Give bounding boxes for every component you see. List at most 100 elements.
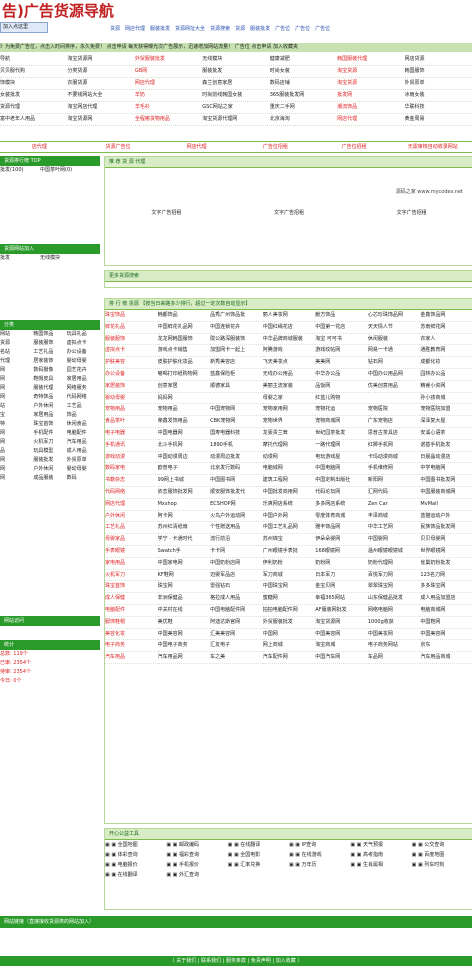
rank-link[interactable]: 成都化妆 bbox=[420, 357, 472, 369]
left-cat-link[interactable]: 网 bbox=[0, 429, 33, 438]
left-cat-link[interactable]: 玩具模型 bbox=[33, 447, 66, 456]
rank-link[interactable]: 苏南鲜花网 bbox=[420, 322, 472, 334]
rank-link[interactable]: 思普古茶具店 bbox=[367, 428, 421, 440]
rank-link[interactable]: 电脑城网 bbox=[262, 463, 316, 476]
rank-link[interactable]: 韩都饰品 bbox=[157, 310, 211, 322]
rank-category[interactable]: 虚拟点卡 bbox=[105, 345, 158, 358]
rank-link[interactable]: 阿腾游戏 bbox=[262, 345, 316, 358]
left-cat-link[interactable]: 火机军刀 bbox=[33, 438, 66, 447]
rank-link[interactable]: 火鸟户外运动网 bbox=[210, 511, 263, 523]
rank-link[interactable]: 新秀美容店 bbox=[210, 357, 263, 369]
tool-link[interactable]: ▣ ▣ 全国电影 bbox=[228, 850, 289, 860]
top-grid-link[interactable]: 富中老年人用品 bbox=[0, 114, 67, 125]
rank-link[interactable]: 孙小孩商城 bbox=[420, 393, 472, 405]
rank-link[interactable]: 顺安服饰批发代 bbox=[210, 487, 263, 499]
left-cat-link[interactable]: 园艺花卉 bbox=[67, 366, 100, 375]
rank-link[interactable]: 皮肤护肤化妆品 bbox=[157, 357, 211, 369]
left-cat-link[interactable]: 网 bbox=[0, 366, 33, 375]
rank-link[interactable]: 无线办公用品 bbox=[262, 369, 316, 381]
rank-link[interactable]: 金鑫饰品网 bbox=[420, 310, 472, 322]
rank-link[interactable]: 99网上书城 bbox=[157, 475, 211, 487]
top-grid-link[interactable]: 外贸服装批发 bbox=[135, 54, 202, 65]
top-grid-link[interactable]: 森兰创意家居 bbox=[202, 78, 269, 89]
left-cat-link[interactable]: 网 bbox=[0, 375, 33, 384]
rank-link[interactable]: 中国批发商用网 bbox=[262, 487, 316, 499]
rank-link[interactable]: 动漫周边批发 bbox=[210, 452, 263, 464]
rank-link[interactable]: 中国定制出版社 bbox=[315, 475, 368, 487]
left-cat-link[interactable]: 网站 bbox=[0, 330, 33, 339]
top-grid-link[interactable]: 贝贝服代购 bbox=[0, 66, 67, 77]
rank-link[interactable]: 陇公路深服装饰 bbox=[210, 334, 263, 346]
left-cat-link[interactable]: 数码 bbox=[67, 474, 100, 483]
rank-link[interactable]: 宠物托运 bbox=[315, 404, 368, 417]
rank-category[interactable]: 服饰鞋帽 bbox=[105, 617, 158, 629]
left-cat-link[interactable]: 休闲食品 bbox=[67, 420, 100, 429]
tool-link[interactable]: ▣ ▣ 手机报价 bbox=[166, 860, 227, 870]
rank-link[interactable]: 手机维修网 bbox=[367, 463, 421, 476]
rank-link[interactable]: 中国家电网 bbox=[157, 558, 211, 570]
left-cat-link[interactable]: 鞋帽皮具 bbox=[33, 375, 66, 384]
rank-link[interactable]: 中国奶粉店网 bbox=[210, 558, 263, 570]
top-grid-link[interactable]: 分类货源 bbox=[67, 66, 134, 77]
rank-link[interactable]: 中国汽车网 bbox=[315, 652, 368, 664]
rank-category[interactable]: 家电用品 bbox=[105, 558, 158, 570]
left-cat-link[interactable]: 网 bbox=[0, 438, 33, 447]
rank-link[interactable]: 中国户外网 bbox=[262, 511, 316, 523]
rank-category[interactable]: 成人保健 bbox=[105, 593, 158, 605]
rank-link[interactable]: 宠物用品 bbox=[157, 404, 211, 417]
rank-link[interactable]: 中国办公用品网 bbox=[367, 369, 421, 381]
rank-link[interactable] bbox=[367, 393, 421, 405]
top-grid-link[interactable]: 网店代理 bbox=[337, 114, 404, 125]
rank-link[interactable]: 龙龙网韩国服饰 bbox=[157, 334, 211, 346]
rank-category[interactable]: 汽车用品 bbox=[105, 652, 158, 664]
rank-link[interactable]: 汇美美容网 bbox=[210, 629, 263, 641]
rank-link[interactable]: 多多珠宝网 bbox=[420, 581, 472, 594]
rank-link[interactable]: 宠物医院 bbox=[367, 404, 421, 417]
rank-link[interactable]: 流行前沿 bbox=[210, 534, 263, 546]
rank-link[interactable]: 蜜糖网 bbox=[262, 593, 316, 605]
left-cat-link[interactable]: 名站 bbox=[0, 348, 33, 357]
top-grid-link[interactable]: 时尚女装 bbox=[270, 66, 337, 77]
tool-link[interactable]: ▣ ▣ 电脑报价 bbox=[105, 860, 166, 870]
rank-link[interactable]: 北斗手机网 bbox=[157, 440, 211, 452]
rank-category[interactable]: 电子电器 bbox=[105, 428, 158, 440]
rank-link[interactable]: 中国美容网 bbox=[420, 629, 472, 641]
rank-link[interactable]: 欧普电子 bbox=[157, 463, 211, 476]
top-nav-link[interactable]: 货源 bbox=[110, 26, 120, 32]
top-grid-link[interactable]: 时尚前线韩国女装 bbox=[202, 90, 269, 101]
left-link[interactable]: 批发 bbox=[0, 254, 40, 263]
rank-link[interactable]: 红蓝儿购物 bbox=[315, 393, 368, 405]
top-grid-link[interactable]: 服装批发 bbox=[202, 66, 269, 77]
rank-link[interactable]: 世纪园茶批发 bbox=[315, 428, 368, 440]
rank-link[interactable]: 丰泽商城 bbox=[367, 511, 421, 523]
tool-link[interactable]: ▣ ▣ 在线游戏 bbox=[289, 850, 350, 860]
left-cat-link[interactable]: 品 bbox=[0, 447, 33, 456]
tool-link[interactable]: ▣ ▣ 全国地图 bbox=[105, 840, 166, 850]
rank-link[interactable]: 中学电脑网 bbox=[420, 463, 472, 476]
rank-link[interactable]: 中国网 bbox=[262, 629, 316, 641]
rank-link[interactable]: 美优鞋 bbox=[157, 617, 211, 629]
top-grid-link[interactable]: GSC网站之家 bbox=[202, 102, 269, 113]
rank-link[interactable]: 广东宠物店 bbox=[367, 416, 421, 428]
rank-link[interactable] bbox=[210, 393, 263, 405]
tool-link[interactable] bbox=[350, 870, 411, 880]
top-grid-link[interactable]: 淘宝网店代理 bbox=[67, 102, 134, 113]
rank-link[interactable]: 格拉成人用品 bbox=[210, 593, 263, 605]
rank-category[interactable]: 家居装饰 bbox=[105, 381, 158, 393]
rank-category[interactable]: 工艺礼品 bbox=[105, 522, 158, 535]
left-cat-link[interactable]: 工艺礼品 bbox=[33, 348, 66, 357]
rank-category[interactable]: 珠宝饰品 bbox=[105, 310, 158, 322]
rank-link[interactable]: 嘟喝打印纸购物网 bbox=[157, 369, 211, 381]
left-cat-link[interactable]: 玩具礼品 bbox=[67, 330, 100, 339]
rank-link[interactable]: 伊利奶粉 bbox=[262, 558, 316, 570]
rank-category[interactable]: 护肤美容 bbox=[105, 357, 158, 369]
rank-link[interactable]: 外贸服装批发 bbox=[262, 617, 316, 629]
top-grid-link[interactable]: 女装批发 bbox=[0, 90, 67, 101]
rank-link[interactable]: 乐爽网店系统 bbox=[262, 499, 316, 511]
tool-link[interactable]: ▣ ▣ 外汇查询 bbox=[166, 870, 227, 880]
top-grid-link[interactable]: 货源代理 bbox=[0, 102, 67, 113]
rank-link[interactable]: KF鞋网 bbox=[157, 570, 211, 582]
top-nav-link[interactable]: 广告位 bbox=[295, 26, 310, 32]
left-cat-link[interactable]: 网 bbox=[0, 384, 33, 393]
rank-link[interactable]: 中国电子商务 bbox=[157, 640, 211, 653]
